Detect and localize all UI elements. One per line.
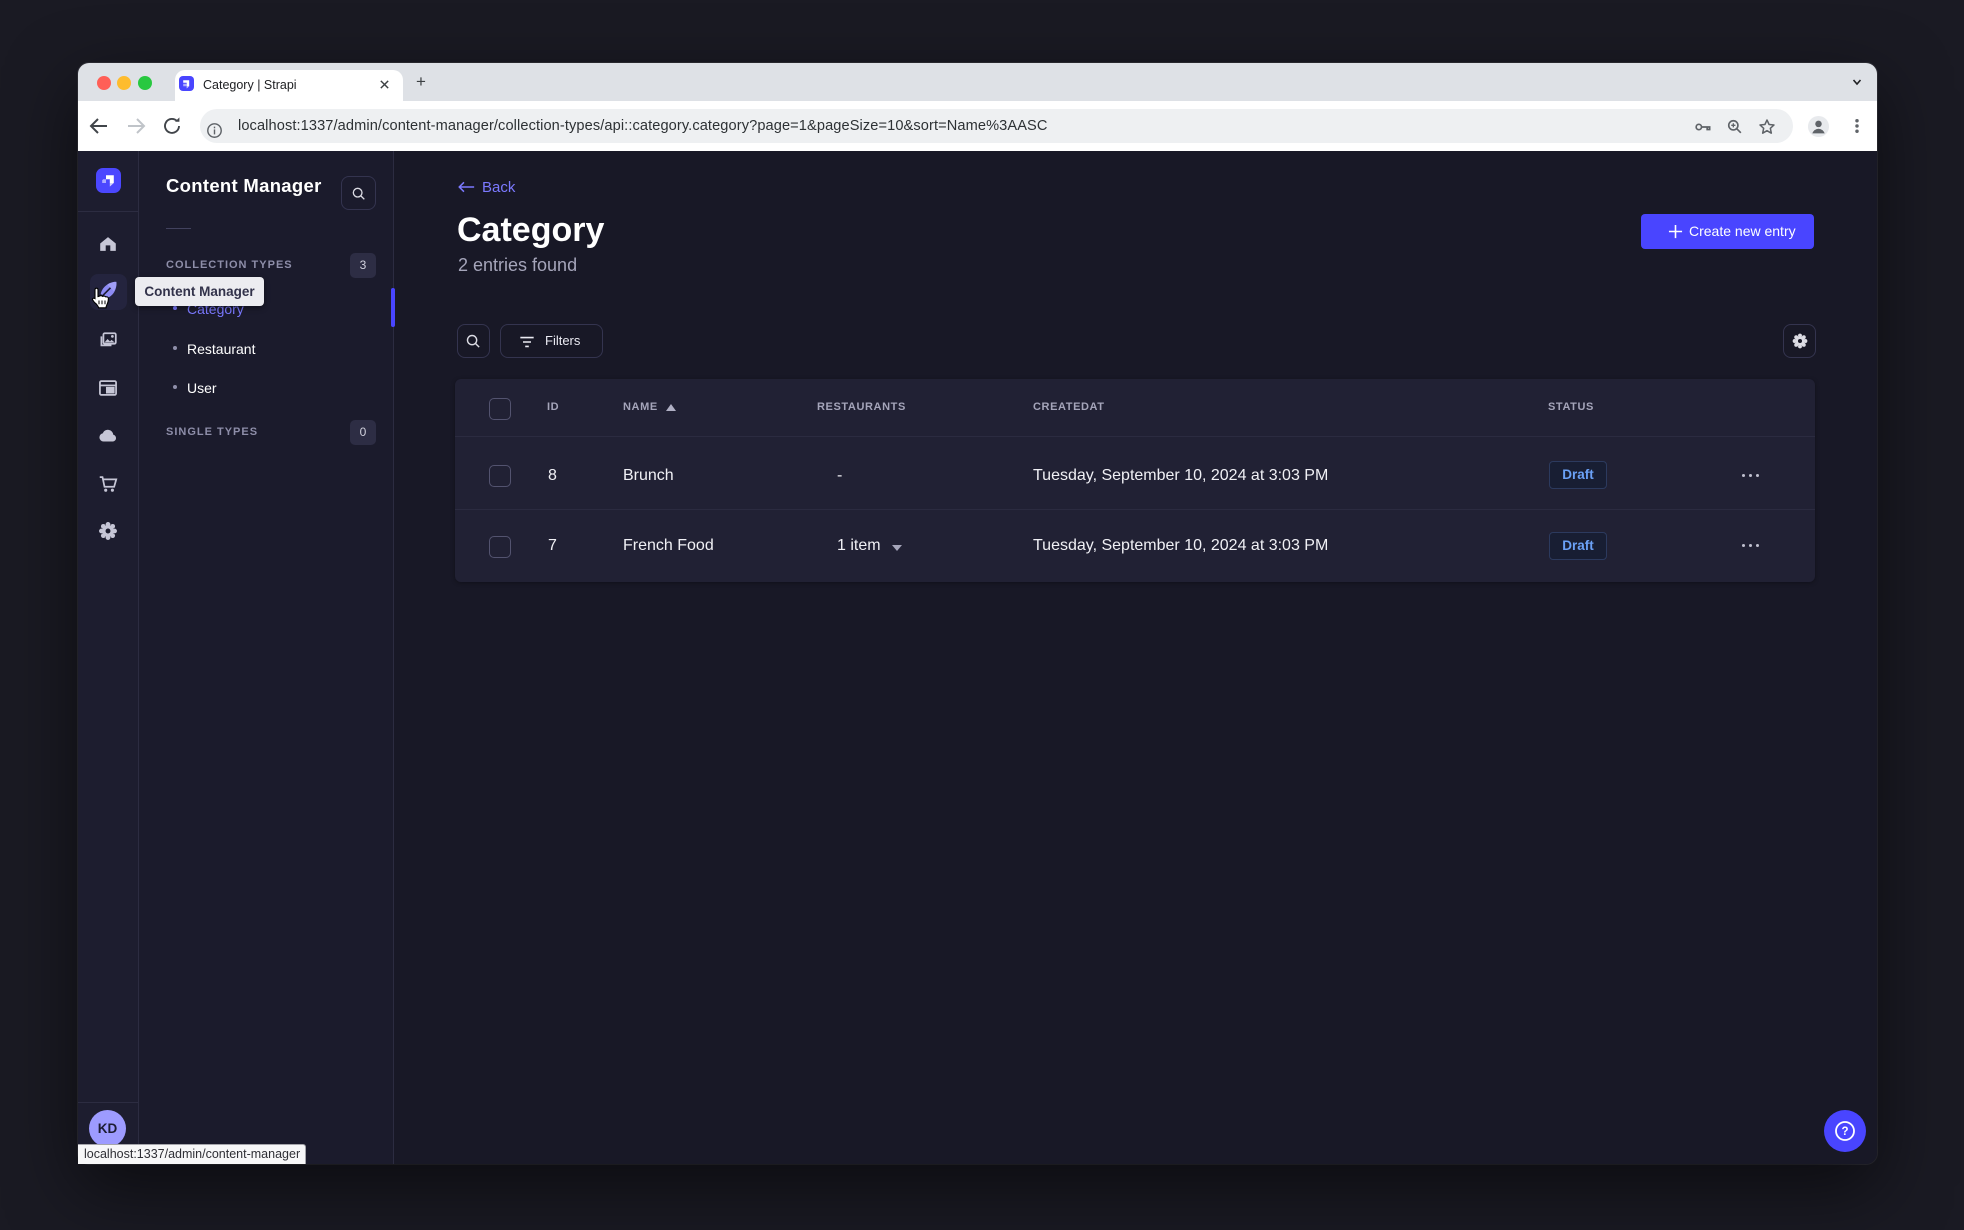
svg-text:?: ? <box>1841 1126 1848 1138</box>
